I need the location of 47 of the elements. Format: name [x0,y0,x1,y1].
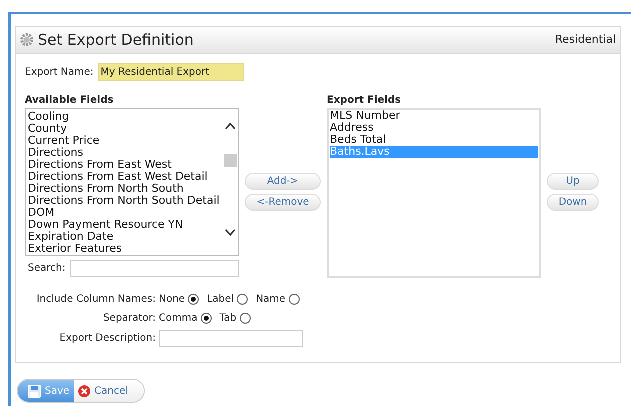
radio-button[interactable] [237,294,248,305]
context-label: Residential [555,32,616,48]
gear-icon [20,33,34,47]
add-button[interactable]: Add-> [245,173,321,190]
list-item[interactable]: Expiration Date [28,231,222,243]
scrollbar-thumb[interactable] [224,154,237,167]
option-label: Comma [159,312,198,326]
list-item[interactable]: Directions From East West Detail [28,171,222,183]
section-heading: Export Fields [327,95,402,107]
available-fields-list[interactable] [25,108,239,256]
remove-button[interactable]: <-Remove [245,194,321,211]
list-item[interactable]: County [28,123,222,135]
cancel-icon [78,384,91,398]
export-description-field[interactable] [159,330,303,347]
down-button[interactable]: Down [547,194,599,211]
list-item[interactable]: Exterior Features [28,243,222,255]
field-label: Export Description: [58,332,156,346]
radio-button[interactable] [288,294,300,305]
field-label: Include Column Names: [36,293,156,307]
field-label: Search: [27,262,66,276]
list-item[interactable]: Directions [28,147,222,159]
search-field[interactable] [70,260,239,277]
list-item[interactable]: Address [330,122,538,134]
cancel-button[interactable]: Cancel [74,380,144,402]
list-item[interactable]: Directions From North South Detail [28,195,222,207]
list-item[interactable]: Directions From North South [28,183,222,195]
radio-button[interactable] [240,313,251,324]
list-item[interactable]: Directions From East West [28,159,222,171]
export-fields-list[interactable]: MLS Number Address Beds Total Baths.Lavs [327,108,541,278]
field-label: Separator: [102,312,156,326]
export-name-field[interactable]: My Residential Export [98,63,244,81]
section-heading: Available Fields [25,95,115,107]
option-label: Name [256,293,286,307]
option-label: None [159,293,186,307]
panel-title: Set Export Definition [38,30,194,51]
up-button[interactable]: Up [547,173,599,190]
option-label: Label [207,293,234,307]
radio-button[interactable] [188,294,200,305]
list-item[interactable]: MLS Number [330,110,538,122]
radio-button[interactable] [200,313,212,324]
list-item[interactable]: DOM [28,207,222,219]
list-item[interactable]: Cooling [28,111,222,123]
option-label: Tab [220,312,237,326]
list-item[interactable]: Current Price [28,135,222,147]
list-item[interactable]: Down Payment Resource YN [28,219,222,231]
list-item[interactable]: Beds Total [330,134,538,146]
field-label: Export Name: [25,66,94,80]
